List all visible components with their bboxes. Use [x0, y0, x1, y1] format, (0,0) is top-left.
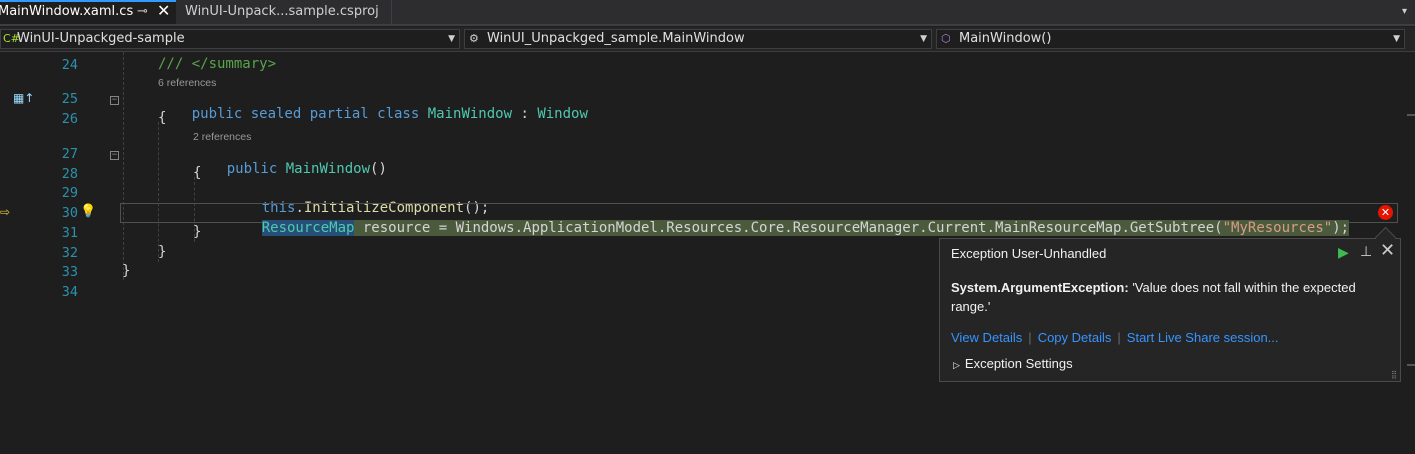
exception-settings-label: Exception Settings [964, 356, 1073, 371]
tab-overflow-dropdown-icon[interactable]: ▾ [1402, 6, 1407, 17]
class-icon: ⚙ [469, 32, 479, 45]
view-details-link[interactable]: View Details [951, 330, 1022, 345]
member-dropdown[interactable]: ⬡ MainWindow() ▼ [936, 29, 1405, 49]
expand-triangle-icon: ▷ [953, 360, 960, 370]
chevron-down-icon: ▼ [920, 34, 927, 44]
line-number: 31 [61, 225, 78, 241]
code-line-31: } [193, 224, 202, 240]
lightbulb-icon[interactable]: 💡 [80, 204, 96, 219]
exception-message: System.ArgumentException: 'Value does no… [951, 278, 1391, 316]
line-number: 26 [61, 111, 78, 127]
codelens-references[interactable]: 6 references [158, 77, 216, 89]
tab-mainwindow-xaml-cs[interactable]: MainWindow.xaml.cs ⊸ ✕ [0, 0, 176, 24]
document-tab-bar: MainWindow.xaml.cs ⊸ ✕ WinUI-Unpack...sa… [0, 0, 1415, 26]
code-line-25: public sealed partial class MainWindow :… [158, 90, 588, 138]
collapse-toggle[interactable]: − [110, 151, 119, 160]
code-selected-type: ResourceMap [261, 220, 355, 236]
current-statement-arrow-icon: ⇨ [0, 205, 11, 219]
code-line-26: { [158, 110, 167, 126]
resize-grip-icon[interactable]: ⣿ [1391, 370, 1397, 379]
code-line-24: /// </summary> [158, 56, 277, 72]
scrollbar-marker [1407, 114, 1415, 116]
chevron-down-icon: ▼ [448, 34, 455, 44]
line-number: 27 [61, 146, 78, 162]
scrollbar-marker [1407, 364, 1415, 366]
line-number: 24 [61, 57, 78, 73]
type-dropdown-label: WinUI_Unpackged_sample.MainWindow [487, 31, 745, 46]
exception-title: Exception User-Unhandled [951, 246, 1107, 261]
line-number: 30 [61, 205, 78, 221]
code-keyword: public [226, 161, 286, 177]
live-share-link[interactable]: Start Live Share session... [1127, 330, 1279, 345]
project-dropdown[interactable]: C# WinUI-Unpackged-sample ▼ [0, 29, 460, 49]
code-parens: () [370, 161, 387, 177]
code-class-name: MainWindow [427, 106, 513, 122]
exception-helper-popup: Exception User-Unhandled ▶ ⊥ ✕ System.Ar… [939, 226, 1401, 382]
exception-settings-expander[interactable]: ▷ Exception Settings [953, 356, 1073, 371]
member-dropdown-label: MainWindow() [959, 31, 1052, 46]
exception-error-icon[interactable]: ✕ [1378, 205, 1393, 220]
code-base-class: Window [537, 106, 588, 122]
code-statement-end: ); [1332, 220, 1350, 236]
indent-guide [158, 122, 159, 262]
code-line-28: { [193, 165, 202, 181]
link-separator: | [1028, 330, 1032, 345]
exception-type: System.ArgumentException: [951, 280, 1129, 295]
pin-icon[interactable]: ⊥ [1360, 243, 1372, 260]
tab-label: WinUI-Unpack...sample.csproj [185, 4, 379, 19]
code-line-33: } [122, 263, 131, 279]
line-number: 28 [61, 166, 78, 182]
type-dropdown[interactable]: ⚙ WinUI_Unpackged_sample.MainWindow ▼ [464, 29, 932, 49]
line-number: 25 [61, 91, 78, 107]
tab-label: MainWindow.xaml.cs [0, 4, 134, 19]
exception-links: View Details | Copy Details | Start Live Sha… [951, 330, 1279, 345]
chevron-down-icon: ▼ [1393, 34, 1400, 44]
tab-csproj[interactable]: WinUI-Unpack...sample.csproj [177, 0, 392, 24]
copy-details-link[interactable]: Copy Details [1038, 330, 1112, 345]
line-number: 29 [61, 185, 78, 201]
code-statement: resource = Windows.ApplicationModel.Reso… [354, 220, 1223, 236]
close-icon[interactable]: ✕ [157, 1, 170, 21]
line-number: 34 [61, 284, 78, 300]
link-separator: | [1117, 330, 1121, 345]
code-colon: : [512, 106, 538, 122]
continue-play-icon[interactable]: ▶ [1338, 244, 1349, 261]
code-keywords: public sealed partial class [191, 106, 428, 122]
method-cube-icon: ⬡ [941, 32, 951, 45]
outline-guide [123, 52, 124, 280]
project-dropdown-label: WinUI-Unpackged-sample [17, 31, 185, 46]
collapse-toggle[interactable]: − [110, 96, 119, 105]
class-navigation-icon[interactable]: ▦↑ [13, 91, 34, 105]
line-number: 32 [61, 245, 78, 261]
pin-icon[interactable]: ⊸ [137, 2, 148, 22]
close-icon[interactable]: ✕ [1380, 240, 1395, 261]
line-number: 33 [61, 264, 78, 280]
code-string: "MyResources" [1222, 220, 1333, 236]
code-ctor-name: MainWindow [285, 161, 371, 177]
navigation-bar: C# WinUI-Unpackged-sample ▼ ⚙ WinUI_Unpa… [0, 27, 1415, 52]
code-line-32: } [158, 244, 167, 260]
